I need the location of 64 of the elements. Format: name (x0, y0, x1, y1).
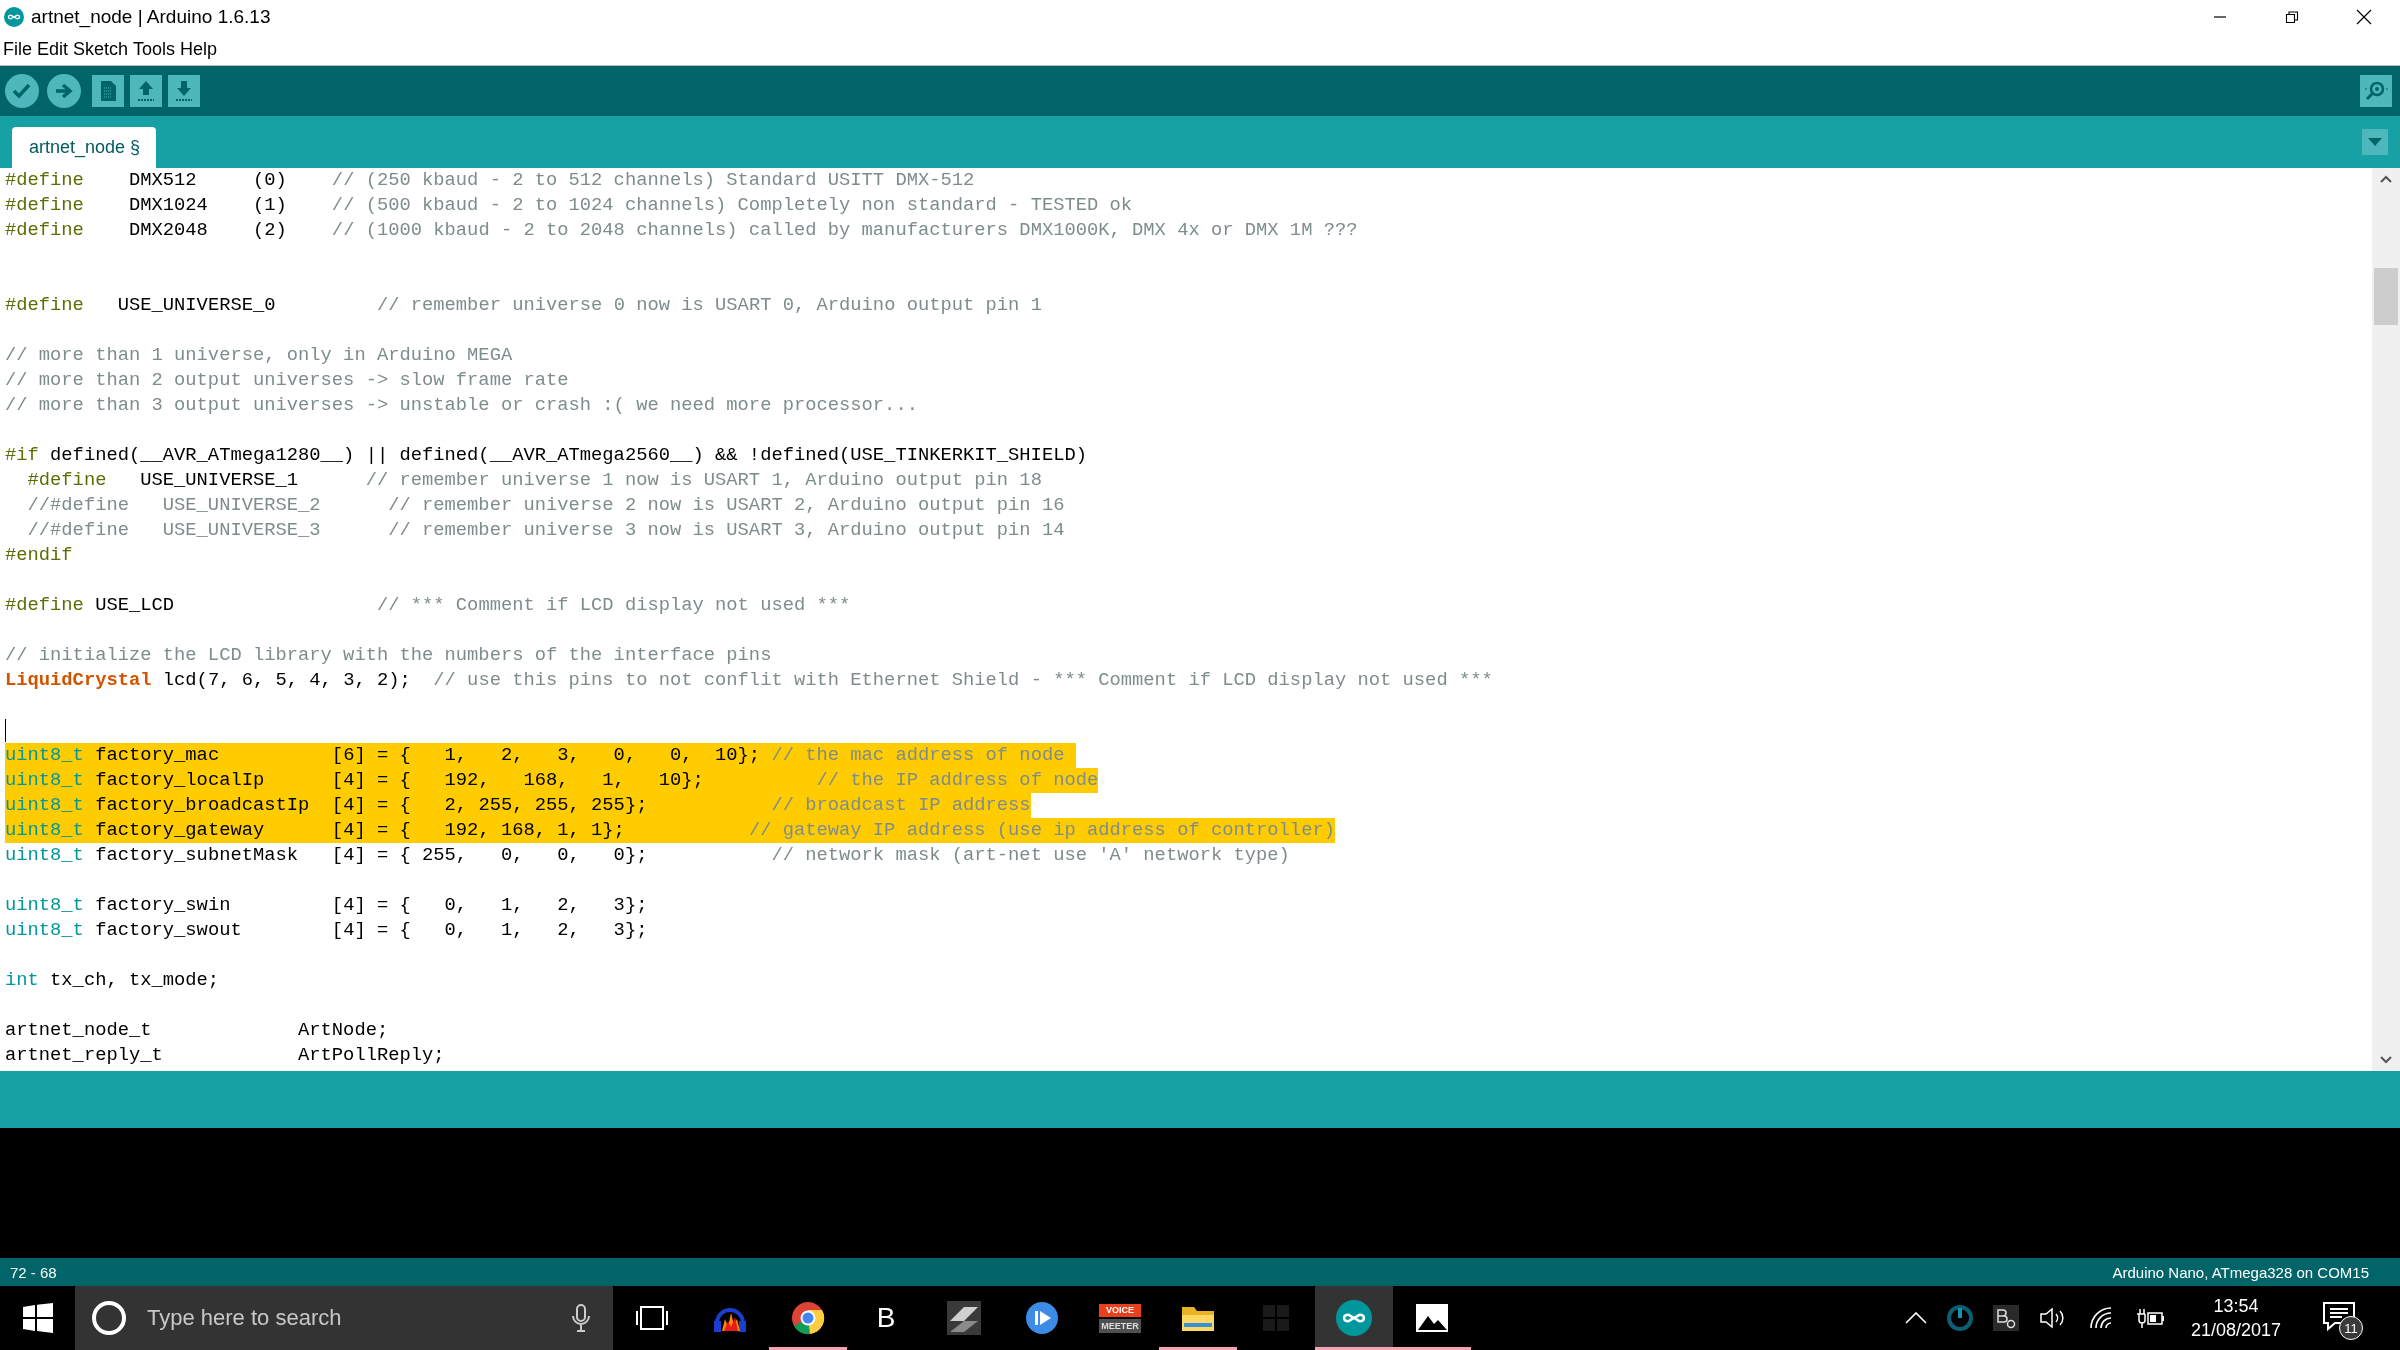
menu-item[interactable]: Sketch (73, 39, 129, 60)
code-line: #if defined(__AVR_ATmega1280__) || defined(__AVR_ATmega2560__) && !defined(USE_TINKERKIT_SHIELD) (5, 443, 1087, 468)
code-line: #endif (5, 543, 73, 568)
scroll-thumb[interactable] (2374, 268, 2398, 325)
search-field[interactable]: Type here to search (75, 1286, 613, 1350)
code-line: // initialize the LCD library with the numbers of the interface pins (5, 643, 772, 668)
power-icon[interactable] (1946, 1305, 1973, 1331)
play-icon[interactable] (1025, 1301, 1059, 1335)
verify-button[interactable] (4, 73, 40, 109)
serial-monitor-button[interactable] (2360, 75, 2392, 107)
clock-date[interactable]: 21/08/2017 (2190, 1318, 2281, 1342)
upload-button[interactable] (46, 73, 82, 109)
menu-item[interactable]: File (3, 39, 32, 60)
audio-app-icon[interactable] (1992, 1305, 2019, 1331)
close-icon (2356, 9, 2372, 25)
cursor-position: 72 - 68 (10, 1263, 57, 1281)
code-line: artnet_reply_t ArtPollReply; (5, 1043, 445, 1068)
code-line: int tx_ch, tx_mode; (5, 968, 220, 993)
window-title: artnet_node | Arduino 1.6.13 (31, 6, 272, 28)
code-line: #define USE_UNIVERSE_0 // remember universe 0 now is USART 0, Arduino output pin 1 (5, 293, 1042, 318)
app-letter[interactable]: B (876, 1302, 896, 1334)
task-view-icon[interactable] (635, 1303, 669, 1333)
photos-icon[interactable] (1415, 1303, 1449, 1333)
arduino-icon[interactable] (1336, 1300, 1372, 1336)
taskbar-app[interactable]: B (847, 1286, 925, 1350)
code-line: #define USE_LCD // *** Comment if LCD display not used *** (5, 593, 851, 618)
code-line: // more than 3 output universes -> unstable or crash :( we need more processor... (5, 393, 918, 418)
chevron-up-icon[interactable] (1904, 1312, 1927, 1324)
menu-item[interactable]: Help (180, 39, 218, 60)
code-line: LiquidCrystal lcd(7, 6, 5, 4, 3, 2); // use this pins to not conflit with Ethernet Shield - *** Comment if LCD display not used *** (5, 668, 1493, 693)
code-line: // more than 1 universe, only in Arduino MEGA (5, 343, 513, 368)
code-line: artnet_node_t ArtNode; (5, 1018, 389, 1043)
open-button[interactable] (130, 75, 162, 107)
new-file-button[interactable] (92, 75, 124, 107)
code-line: //#define USE_UNIVERSE_2 // remember universe 2 now is USART 2, Arduino output pin 16 (26, 493, 1065, 518)
code-line: #define DMX2048 (2) // (1000 kbaud - 2 to 2048 channels) called by manufacturers DMX1000K, DMX 4x or DMX 1M ??? (5, 218, 1358, 243)
code-line: uint8_t factory_swin [4] = { 0, 1, 2, 3}; (5, 893, 648, 918)
menu-item[interactable]: Edit (37, 39, 69, 60)
tab-menu-button[interactable] (2362, 129, 2388, 155)
menu-item[interactable]: Tools (133, 39, 176, 60)
board-info: Arduino Nano, ATmega328 on COM15 (2112, 1263, 2369, 1281)
battery-charging-icon[interactable] (2134, 1306, 2165, 1330)
file-tab[interactable]: artnet_node § (12, 127, 157, 168)
microphone-icon[interactable] (571, 1303, 591, 1333)
search-input[interactable]: Type here to search (145, 1304, 555, 1332)
code-line: //#define USE_UNIVERSE_3 // remember universe 3 now is USART 3, Arduino output pin 14 (26, 518, 1065, 543)
windows-logo-icon (22, 1303, 53, 1333)
taskbar-app[interactable]: VOICE MEETER (1081, 1286, 1159, 1350)
scrollbar[interactable] (2372, 168, 2400, 1071)
angular-app-icon[interactable] (947, 1301, 981, 1335)
cortana-icon[interactable] (89, 1298, 129, 1338)
save-button[interactable] (168, 75, 200, 107)
taskbar-app[interactable] (1315, 1286, 1393, 1350)
caret-icon (2368, 138, 2382, 146)
clock-time[interactable]: 13:54 (2213, 1294, 2259, 1318)
app-logo-icon (4, 7, 24, 27)
code-line: uint8_t factory_swout [4] = { 0, 1, 2, 3}; (5, 918, 648, 943)
browser-icon[interactable] (791, 1301, 825, 1335)
code-line: #define USE_UNIVERSE_1 // remember universe 1 now is USART 1, Arduino output pin 18 (26, 468, 1042, 493)
code-line: #define DMX1024 (1) // (500 kbaud - 2 to 1024 channels) Completely non standard - TESTED ok (5, 193, 1133, 218)
code-line: #define DMX512 (0) // (250 kbaud - 2 to 512 channels) Standard USITT DMX-512 (5, 168, 975, 193)
code-line: // more than 2 output universes -> slow frame rate (5, 368, 569, 393)
restore-icon (2285, 10, 2299, 24)
code-line: uint8_t factory_subnetMask [4] = { 255, 0, 0, 0}; // network mask (art-net use 'A' network type) (5, 843, 1290, 868)
